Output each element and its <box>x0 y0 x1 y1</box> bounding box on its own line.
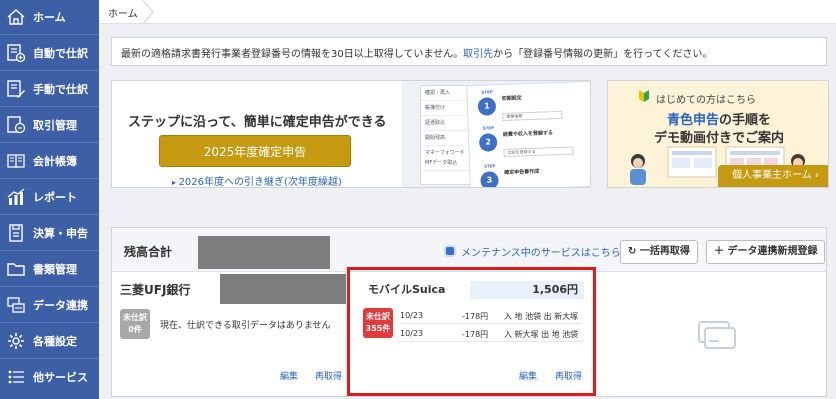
step-title: 確定申告書作成 <box>504 168 540 176</box>
step-field: 仕訳を登録する <box>503 146 574 157</box>
step-title: 初期設定 <box>501 95 522 102</box>
tax-return-icon <box>9 223 23 242</box>
sidebar-item-label: レポート <box>33 190 77 204</box>
manual-journal-icon <box>7 79 25 98</box>
sidebar-item-manual-journal[interactable]: 手動で仕訳 <box>0 71 99 107</box>
sole-proprietor-home-button[interactable]: 個人事業主ホーム › <box>718 165 828 187</box>
step-field: 事業情報 <box>502 110 563 121</box>
guide-headline-rest: の手順を <box>719 113 772 128</box>
refresh-all-button[interactable]: ↻ 一括再取得 <box>620 240 698 264</box>
step-tag: STEP <box>483 163 496 169</box>
badge-label: 未仕訳 <box>123 313 147 322</box>
auto-journal-icon <box>7 43 26 62</box>
edit-link[interactable]: 編集 <box>280 369 298 382</box>
promo-steps-card: STEP 1 初期設定 事業情報 STEP 2 経費や収入を登録する 仕訳を登録… <box>466 81 590 187</box>
breadcrumb-separator-icon <box>142 0 154 24</box>
sidebar-item-transactions[interactable]: 取引管理 <box>0 107 99 143</box>
refetch-link[interactable]: 再取得 <box>315 369 342 382</box>
account-card-bank: 三菱UFJ銀行 未仕訳 0件 現在、仕訳できる取引データはありません 編集 再取… <box>112 272 352 397</box>
promo-title: ステップに沿って、簡単に確定申告ができる <box>128 115 387 130</box>
step-tag: STEP <box>481 89 493 95</box>
account-name[interactable]: 三菱UFJ銀行 <box>120 281 190 298</box>
sidebar-item-label: 書類管理 <box>33 262 77 276</box>
guide-headline-2: デモ動画付きでご案内 <box>653 131 784 146</box>
sidebar-item-ledger[interactable]: 会計帳簿 <box>0 143 99 179</box>
sidebar-item-label: 各種設定 <box>33 334 77 348</box>
sidebar-item-other-services[interactable]: 他サービス <box>0 359 99 395</box>
sidebar-item-label: 手動で仕訳 <box>33 82 88 96</box>
empty-card-icon <box>698 321 736 349</box>
beginner-mark-icon <box>639 90 649 102</box>
maintenance-services-link[interactable]: メンテナンス中のサービスはこちら <box>444 244 621 259</box>
sidebar-item-label: 自動で仕訳 <box>33 46 88 60</box>
sidebar-item-label: 決算・申告 <box>33 226 88 240</box>
gear-icon <box>8 332 24 349</box>
sidebar-item-label: ホーム <box>33 11 66 24</box>
notice-text: 最新の適格請求書発行事業者登録番号の情報を30日以上取得していません。 <box>121 49 464 60</box>
data-link-icon <box>7 296 25 313</box>
sidebar-item-home[interactable]: ホーム <box>0 0 99 35</box>
sidebar-item-label: 他サービス <box>33 371 88 384</box>
carry-over-link[interactable]: 2026年度への引き継ぎ(次年度繰越) <box>172 173 342 187</box>
folder-icon <box>7 262 25 276</box>
sidebar-item-documents[interactable]: 書類管理 <box>0 251 99 287</box>
sidebar-item-label: 取引管理 <box>33 118 77 132</box>
sidebar-item-tax-return[interactable]: 決算・申告 <box>0 215 99 251</box>
plus-icon: ＋ <box>714 246 728 257</box>
step-title: 経費や収入を登録する <box>502 130 554 138</box>
list-icon <box>8 370 24 384</box>
balance-header: 残高合計 メンテナンス中のサービスはこちら ↻ 一括再取得 ＋ データ連携新規登… <box>112 228 826 272</box>
blue-return-guide-banner[interactable]: はじめての方はこちら 青色申告の手順を デモ動画付きでご案内 個人事業主ホーム … <box>607 80 829 188</box>
unjournaled-badge[interactable]: 未仕訳 0件 <box>120 309 150 339</box>
step-number: 3 <box>480 171 499 187</box>
promo-screenshot-image: 確認・再入 帳簿付け 証憑取込 開始残高 マネーフォワード MFデータ取込 ST… <box>402 81 590 187</box>
account-balance-redacted <box>220 274 346 304</box>
notice-link-partners[interactable]: 取引先 <box>463 49 493 60</box>
add-data-link-button[interactable]: ＋ データ連携新規登録 <box>706 240 826 264</box>
no-transactions-message: 現在、仕訳できる取引データはありません <box>160 321 331 331</box>
balance-total-redacted <box>198 236 330 269</box>
balance-total-label: 残高合計 <box>124 245 173 259</box>
tax-return-promo: ステップに沿って、簡単に確定申告ができる 2025年度確定申告 2026年度への… <box>111 80 591 188</box>
breadcrumb-home[interactable]: ホーム <box>108 5 138 20</box>
tax-return-2025-button[interactable]: 2025年度確定申告 <box>159 135 351 167</box>
sidebar-item-report[interactable]: レポート <box>0 179 99 215</box>
breadcrumb: ホーム <box>99 0 836 24</box>
notice-banner: 最新の適格請求書発行事業者登録番号の情報を30日以上取得していません。取引先から… <box>111 37 827 66</box>
step-tag: STEP <box>482 125 495 131</box>
home-icon <box>7 9 25 25</box>
transaction-icon <box>7 115 26 133</box>
report-icon <box>7 188 25 205</box>
guide-subtitle: はじめての方はこちら <box>656 95 756 106</box>
refresh-icon: ↻ <box>628 246 640 257</box>
guide-headline-blue: 青色申告 <box>666 113 719 128</box>
guide-headline-1: 青色申告の手順を <box>608 109 828 128</box>
add-data-link-label: データ連携新規登録 <box>727 246 818 257</box>
step-number: 1 <box>477 97 497 116</box>
sidebar-item-auto-journal[interactable]: 自動で仕訳 <box>0 35 99 71</box>
sidebar-item-data-link[interactable]: データ連携 <box>0 287 99 323</box>
step-number: 2 <box>478 133 498 152</box>
refresh-all-label: 一括再取得 <box>639 246 690 257</box>
sidebar-item-label: 会計帳簿 <box>33 154 77 168</box>
sidebar-item-label: データ連携 <box>33 298 88 312</box>
ledger-icon <box>7 153 25 168</box>
highlight-frame <box>347 267 596 396</box>
notice-text-tail: から「登録番号情報の更新」を行ってください。 <box>493 49 713 60</box>
sidebar: ホーム 自動で仕訳 手動で仕訳 取引管理 会計帳簿 レポート 決算・申告 書類管… <box>0 0 99 399</box>
badge-count: 0件 <box>128 325 142 334</box>
sidebar-item-settings[interactable]: 各種設定 <box>0 323 99 359</box>
